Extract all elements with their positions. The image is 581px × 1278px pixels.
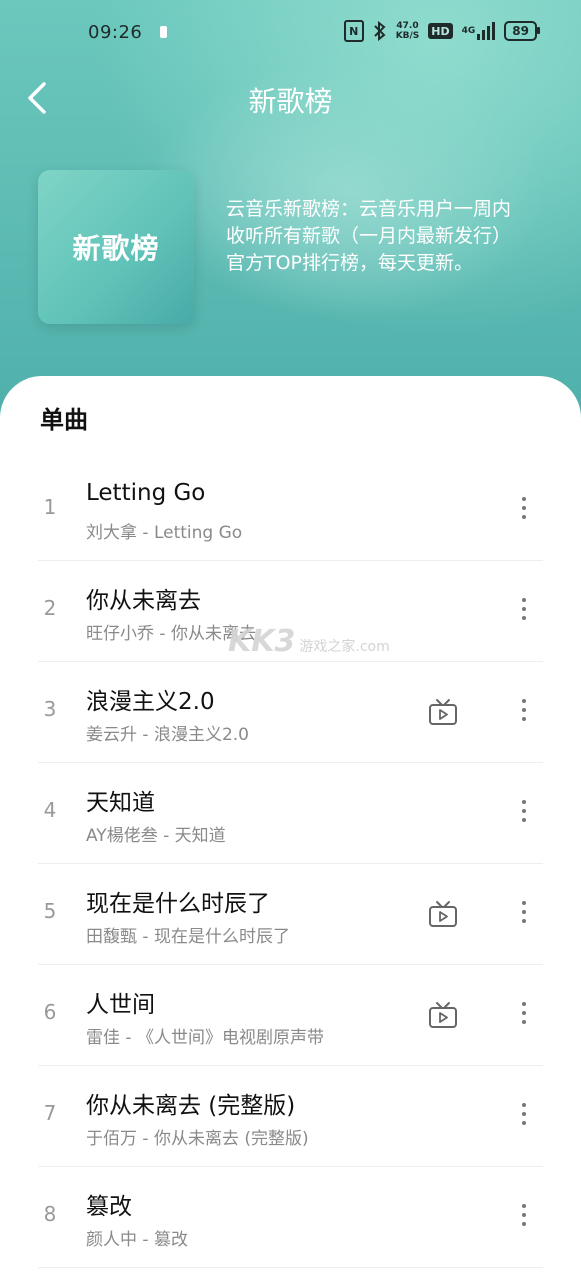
network-type: 4G (461, 26, 476, 36)
song-row[interactable]: 8 篡改颜人中 - 篡改 (0, 1167, 581, 1268)
song-title: 天知道 (86, 790, 155, 816)
more-vertical-icon[interactable] (512, 896, 536, 930)
song-title: 浪漫主义2.0 (86, 689, 215, 715)
song-index: 4 (43, 798, 57, 822)
song-artist-album: AY楊佬叁 - 天知道 (86, 826, 226, 846)
watermark: KK3 游戏之家.com (228, 624, 390, 659)
more-vertical-icon[interactable] (512, 492, 536, 526)
song-title: 现在是什么时辰了 (86, 891, 270, 917)
song-artist-album: 于佰万 - 你从未离去 (完整版) (86, 1129, 309, 1149)
song-index: 7 (43, 1101, 57, 1125)
tv-icon[interactable] (428, 1001, 458, 1029)
tv-icon[interactable] (428, 900, 458, 928)
song-artist-album: 姜云升 - 浪漫主义2.0 (86, 725, 249, 745)
song-artist-album: 颜人中 - 篡改 (86, 1230, 188, 1250)
signal-icon: 4G (462, 22, 496, 40)
song-index: 8 (43, 1202, 57, 1226)
song-row[interactable]: 3 浪漫主义2.0 姜云升 - 浪漫主义2.0 (0, 662, 581, 763)
song-artist-album: 雷佳 - 《人世间》电视剧原声带 (86, 1028, 324, 1048)
watermark-text: 游戏之家 (299, 639, 356, 655)
song-row[interactable]: 5 现在是什么时辰了田馥甄 - 现在是什么时辰了 (0, 864, 581, 965)
network-speed-unit: KB/S (395, 31, 420, 41)
song-title: 你从未离去 (完整版) (86, 1093, 296, 1119)
more-vertical-icon[interactable] (512, 694, 536, 728)
song-artist-album: 刘大拿 - Letting Go (86, 523, 243, 543)
playlist-cover[interactable]: 新歌榜 (38, 170, 194, 324)
song-index: 3 (43, 697, 57, 721)
network-speed: 47.0 KB/S (396, 21, 420, 41)
status-bar: 09:26 N 47.0 KB/S HD 4G 89 (0, 0, 581, 64)
song-artist-album: 田馥甄 - 现在是什么时辰了 (86, 927, 290, 947)
page-title: 新歌榜 (248, 85, 333, 118)
song-row[interactable]: 7 你从未离去 (完整版) 于佰万 - 你从未离去 (完整版) (0, 1066, 581, 1167)
tv-icon[interactable] (428, 698, 458, 726)
song-index: 1 (43, 495, 57, 519)
more-vertical-icon[interactable] (512, 997, 536, 1031)
song-index: 2 (43, 596, 57, 620)
battery-level: 89 (512, 24, 529, 38)
more-vertical-icon[interactable] (512, 1199, 536, 1233)
section-title: 单曲 (40, 406, 88, 434)
cover-text: 新歌榜 (72, 232, 160, 265)
more-vertical-icon[interactable] (512, 795, 536, 829)
song-list-sheet: 单曲 1 Letting Go 刘大拿 - Letting Go 2 你从未离去 旺仔小乔… (0, 376, 581, 1278)
song-title: 你从未离去 (86, 588, 201, 614)
watermark-logo: KK3 (228, 624, 296, 659)
battery-icon: 89 (504, 21, 540, 41)
divider (38, 1267, 543, 1268)
status-time: 09:26 (88, 22, 143, 43)
song-list: 1 Letting Go 刘大拿 - Letting Go 2 你从未离去 旺仔小乔 - … (0, 460, 581, 1268)
bluetooth-icon (373, 21, 387, 41)
playlist-description[interactable]: 云音乐新歌榜：云音乐用户一周内收听所有新歌（一月内最新发行） 官方TOP排行榜，… (226, 196, 516, 277)
notification-icon (160, 26, 167, 38)
song-row[interactable]: 4 天知道 AY楊佬叁 - 天知道 (0, 763, 581, 864)
network-speed-value: 47.0 (396, 21, 419, 31)
status-icons: N 47.0 KB/S HD 4G 89 (343, 20, 540, 42)
song-title: 人世间 (86, 992, 155, 1018)
song-index: 6 (43, 1000, 57, 1024)
song-row[interactable]: 1 Letting Go 刘大拿 - Letting Go (0, 460, 581, 561)
song-title: Letting Go (86, 480, 206, 506)
song-index: 5 (43, 899, 57, 923)
more-vertical-icon[interactable] (512, 1098, 536, 1132)
watermark-domain: .com (355, 639, 390, 655)
more-vertical-icon[interactable] (512, 593, 536, 627)
song-row[interactable]: 6 人世间雷佳 - 《人世间》电视剧原声带 (0, 965, 581, 1066)
song-title: 篡改 (86, 1194, 132, 1220)
hd-icon: HD (428, 23, 453, 39)
nfc-icon: N (343, 20, 364, 42)
